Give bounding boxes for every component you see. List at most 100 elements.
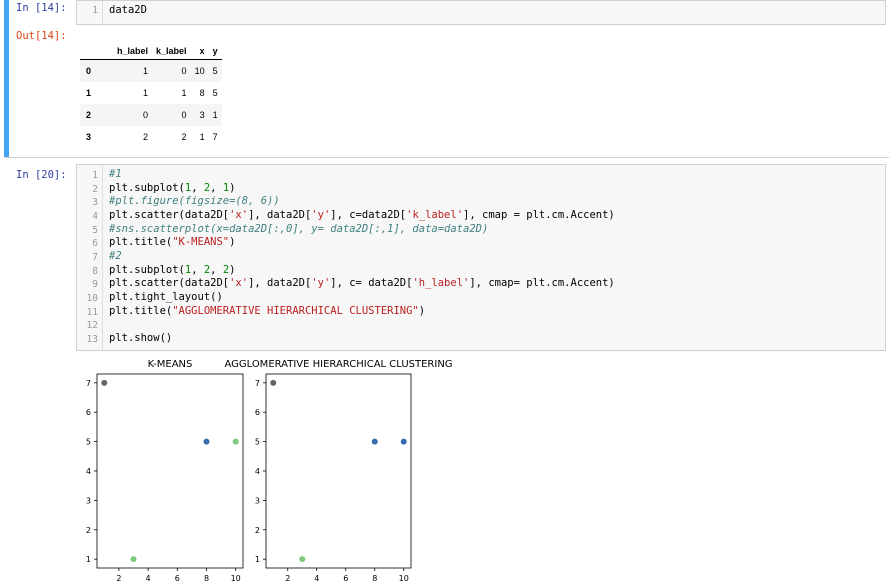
line-number: 1 xyxy=(92,170,98,181)
code-line: plt.tight_layout() xyxy=(109,291,223,303)
x-tick-label: 2 xyxy=(116,574,121,583)
x-tick-label: 10 xyxy=(231,574,241,583)
y-tick-label: 4 xyxy=(255,467,260,476)
code-line: plt.subplot(1, 2, 2) xyxy=(109,264,236,276)
scatter-point xyxy=(232,438,239,445)
y-tick-label: 7 xyxy=(255,379,260,388)
table-cell: 1 xyxy=(199,132,205,142)
line-number: 8 xyxy=(92,266,98,277)
y-tick-label: 4 xyxy=(86,467,91,476)
line-number: 2 xyxy=(92,184,98,195)
code-input-14[interactable]: 1 data2D xyxy=(76,0,886,25)
scatter-point xyxy=(101,379,108,386)
line-number-gutter: 1 xyxy=(77,1,103,24)
line-number: 3 xyxy=(92,197,98,208)
line-number-gutter: 1 2 3 4 5 6 7 8 9 10 11 12 13 xyxy=(77,165,103,350)
scatter-point xyxy=(130,556,137,563)
table-cell: 7 xyxy=(212,132,218,142)
table-cell: 1 xyxy=(143,66,149,76)
table-cell: 10 xyxy=(194,66,205,76)
selected-cell-indicator xyxy=(4,0,9,157)
code-line: plt.title("K-MEANS") xyxy=(109,236,236,248)
scatter-point xyxy=(400,438,407,445)
y-tick-label: 1 xyxy=(255,555,260,564)
column-header: k_label xyxy=(152,42,191,60)
y-tick-label: 3 xyxy=(86,496,91,505)
y-tick-label: 2 xyxy=(86,526,91,535)
table-row: 1 1 1 8 5 xyxy=(80,82,222,104)
x-tick-label: 6 xyxy=(343,574,348,583)
column-header: x xyxy=(190,42,209,60)
scatter-point xyxy=(203,438,210,445)
y-tick-label: 5 xyxy=(255,438,260,447)
row-index: 1 xyxy=(86,88,92,98)
line-number: 7 xyxy=(92,252,98,263)
line-number: 12 xyxy=(86,320,98,331)
out-prompt-14: Out[14]: xyxy=(16,30,67,42)
line-number: 11 xyxy=(86,307,98,318)
table-cell: 2 xyxy=(143,132,149,142)
x-tick-label: 2 xyxy=(285,574,290,583)
table-cell: 5 xyxy=(212,88,218,98)
line-number: 6 xyxy=(92,238,98,249)
chart-title: K-MEANS xyxy=(148,359,193,370)
scatter-point xyxy=(299,556,306,563)
table-row: 0 1 0 10 5 xyxy=(80,59,222,82)
code-line: #1 xyxy=(109,168,122,180)
row-index: 2 xyxy=(86,110,92,120)
dataframe-output: h_label k_label x y 0 1 0 10 5 1 1 1 8 5… xyxy=(80,42,222,148)
table-row: 2 0 0 3 1 xyxy=(80,104,222,126)
table-cell: 0 xyxy=(181,66,187,76)
code-line: #plt.figure(figsize=(8, 6)) xyxy=(109,195,280,207)
x-tick-label: 6 xyxy=(175,574,180,583)
x-tick-label: 8 xyxy=(204,574,209,583)
row-index: 3 xyxy=(86,132,92,142)
table-row: 3 2 2 1 7 xyxy=(80,126,222,148)
x-tick-label: 4 xyxy=(146,574,151,583)
code-line: #2 xyxy=(109,250,122,262)
table-cell: 0 xyxy=(181,110,187,120)
table-cell: 1 xyxy=(143,88,149,98)
line-number: 10 xyxy=(86,293,98,304)
code-line: plt.show() xyxy=(109,332,173,344)
x-tick-label: 8 xyxy=(372,574,377,583)
axes-frame xyxy=(96,373,244,569)
y-tick-label: 3 xyxy=(255,496,260,505)
cell-divider xyxy=(4,157,889,158)
chart-title: AGGLOMERATIVE HIERARCHICAL CLUSTERING xyxy=(224,359,452,370)
in-prompt-14: In [14]: xyxy=(16,2,67,14)
y-tick-label: 5 xyxy=(86,438,91,447)
table-cell: 0 xyxy=(143,110,149,120)
y-tick-label: 1 xyxy=(86,555,91,564)
code-line: data2D xyxy=(109,4,147,16)
table-cell: 8 xyxy=(199,88,205,98)
code-input-20[interactable]: 1 2 3 4 5 6 7 8 9 10 11 12 13 #1 plt.subp… xyxy=(76,164,886,351)
line-number: 1 xyxy=(92,5,98,16)
line-number: 5 xyxy=(92,225,98,236)
line-number: 9 xyxy=(92,279,98,290)
y-tick-label: 7 xyxy=(86,379,91,388)
column-header: y xyxy=(208,42,222,60)
column-header: h_label xyxy=(113,42,153,60)
axes-frame xyxy=(265,373,412,569)
x-tick-label: 4 xyxy=(314,574,319,583)
line-number: 13 xyxy=(86,334,98,345)
code-line: plt.scatter(data2D['x'], data2D['y'], c=… xyxy=(109,209,615,221)
table-cell: 3 xyxy=(199,110,205,120)
x-tick-label: 10 xyxy=(399,574,409,583)
table-cell: 1 xyxy=(212,110,218,120)
y-tick-label: 6 xyxy=(255,408,260,417)
line-number: 4 xyxy=(92,211,98,222)
table-cell: 5 xyxy=(212,66,218,76)
code-line: #sns.scatterplot(x=data2D[:,0], y= data2… xyxy=(109,223,489,235)
table-cell: 1 xyxy=(181,88,187,98)
code-line: plt.title("AGGLOMERATIVE HIERARCHICAL CL… xyxy=(109,305,426,317)
row-index: 0 xyxy=(86,66,92,76)
code-line: plt.scatter(data2D['x'], data2D['y'], c=… xyxy=(109,277,615,289)
y-tick-label: 2 xyxy=(255,526,260,535)
in-prompt-20: In [20]: xyxy=(16,169,67,181)
table-cell: 2 xyxy=(181,132,187,142)
y-tick-label: 6 xyxy=(86,408,91,417)
index-header xyxy=(80,42,114,60)
scatter-point xyxy=(270,379,277,386)
